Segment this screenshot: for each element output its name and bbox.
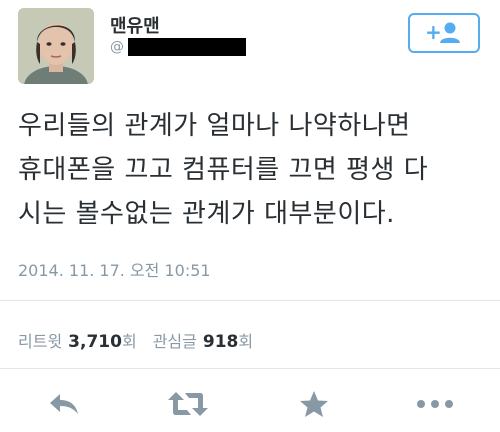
tweet-text: 우리들의 관계가 얼마나 나약하나면 휴대폰을 끄고 컴퓨터를 끄면 평생 다 … <box>18 104 488 236</box>
retweet-stat[interactable]: 리트윗 3,710회 <box>18 328 137 352</box>
retweet-button[interactable] <box>164 386 212 422</box>
tweet-stats: 리트윗 3,710회 관심글 918회 <box>18 328 253 352</box>
handle-at-sign: @ <box>110 39 124 55</box>
favorite-button[interactable] <box>294 386 334 422</box>
retweet-label: 리트윗 <box>18 332 63 351</box>
follow-button[interactable]: + <box>408 13 480 53</box>
more-icon <box>417 400 453 408</box>
reply-icon <box>50 394 78 414</box>
tweet-line: 우리들의 관계가 얼마나 나약하나면 <box>18 111 411 141</box>
divider <box>0 368 500 369</box>
user-handle[interactable]: @ <box>110 38 246 56</box>
retweet-icon <box>168 392 208 416</box>
divider <box>0 300 500 301</box>
tweet-line: 휴대폰을 끄고 컴퓨터를 끄면 평생 다 <box>18 155 429 185</box>
reply-button[interactable] <box>42 386 86 422</box>
more-button[interactable] <box>412 386 458 422</box>
tweet-timestamp[interactable]: 2014. 11. 17. 오전 10:51 <box>18 257 211 281</box>
favorite-count: 918 <box>202 332 239 352</box>
favorite-unit: 회 <box>238 332 254 351</box>
favorite-stat[interactable]: 관심글 918회 <box>153 328 253 352</box>
tweet-line: 시는 볼수없는 관계가 대부분이다. <box>18 199 395 229</box>
retweet-unit: 회 <box>121 332 137 351</box>
follow-plus-glyph: + <box>425 21 442 44</box>
display-name[interactable]: 맨유맨 <box>110 12 160 38</box>
favorite-label: 관심글 <box>152 332 197 351</box>
avatar[interactable] <box>18 8 94 84</box>
star-icon <box>300 391 328 417</box>
retweet-count: 3,710 <box>68 332 122 352</box>
follow-user-icon: + <box>425 21 460 44</box>
user-avatar-photo <box>18 8 94 84</box>
handle-redaction <box>128 38 246 56</box>
